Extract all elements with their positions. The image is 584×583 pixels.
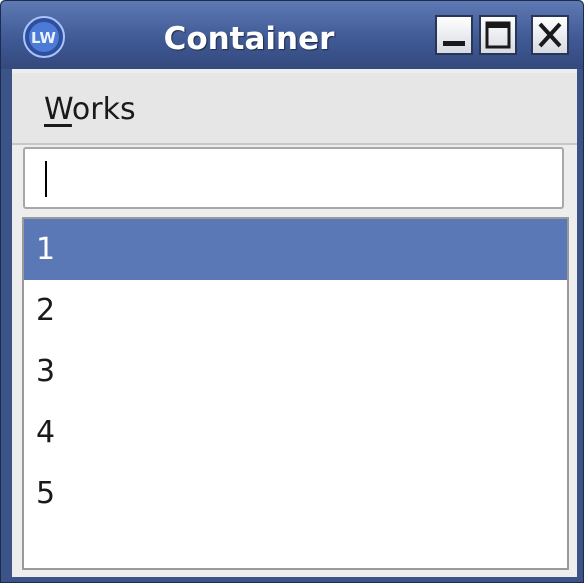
app-window: LW Container Works 1 2 3 4 5 <box>0 0 584 583</box>
title-bar[interactable]: LW Container <box>1 1 583 69</box>
list-item[interactable]: 3 <box>24 341 567 402</box>
list-item[interactable]: 5 <box>24 463 567 524</box>
item-list[interactable]: 1 2 3 4 5 <box>22 217 569 570</box>
list-item[interactable]: 2 <box>24 280 567 341</box>
close-button[interactable] <box>531 15 569 55</box>
window-title: Container <box>163 21 335 57</box>
maximize-icon <box>485 21 511 49</box>
svg-text:LW: LW <box>31 29 56 47</box>
text-input[interactable] <box>23 147 564 209</box>
list-item[interactable]: 1 <box>24 219 567 280</box>
minimize-icon <box>443 41 465 46</box>
text-caret <box>45 161 47 197</box>
menu-works-label-rest: orks <box>71 92 136 127</box>
lw-app-icon[interactable]: LW <box>22 15 66 59</box>
menu-bar: Works <box>12 73 577 145</box>
window-client-area: Works 1 2 3 4 5 <box>12 69 577 577</box>
menu-works-mnemonic: W <box>44 92 72 127</box>
minimize-button[interactable] <box>435 15 473 55</box>
list-item[interactable]: 4 <box>24 402 567 463</box>
maximize-button[interactable] <box>479 15 517 55</box>
menu-works[interactable]: Works <box>44 93 136 127</box>
close-icon <box>538 22 562 48</box>
